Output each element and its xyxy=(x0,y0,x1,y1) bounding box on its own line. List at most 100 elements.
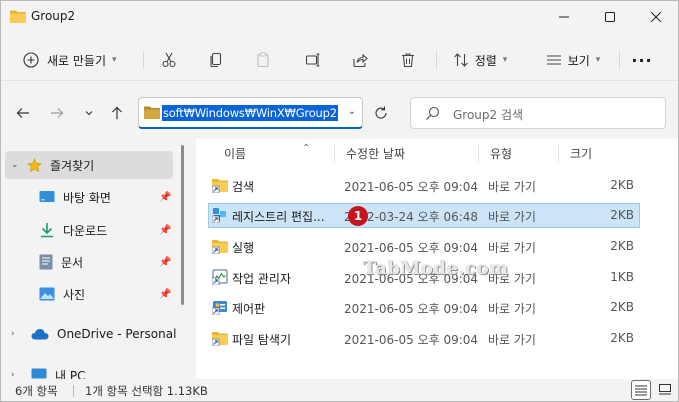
chevron-down-icon[interactable]: ⌄ xyxy=(11,160,21,170)
step-badge: 1 xyxy=(348,206,368,226)
maximize-button[interactable] xyxy=(587,1,633,33)
search-icon xyxy=(425,106,440,124)
up-button[interactable] xyxy=(105,101,129,125)
column-header-name[interactable]: 이름 ⌃ xyxy=(224,143,310,162)
trash-icon xyxy=(402,53,414,68)
table-row-selected[interactable]: 레지스트리 편집... 2022-03-24 오후 06:48 바로 가기 2K… xyxy=(208,203,640,228)
chevron-down-icon[interactable]: ⌄ xyxy=(348,106,356,117)
command-bar: 새로 만들기 ▾ 정렬 ▾ 보기 ▾ ··· xyxy=(1,39,678,81)
sidebar-item-onedrive[interactable]: › OneDrive - Personal xyxy=(11,320,179,348)
file-size: 2KB xyxy=(610,208,634,222)
chevron-down-icon: ▾ xyxy=(595,55,601,65)
sidebar-item-pictures[interactable]: 사진 📌 xyxy=(39,280,179,308)
chevron-right-icon[interactable]: › xyxy=(11,329,21,339)
sort-button[interactable]: 정렬 ▾ xyxy=(445,44,515,76)
view-button-label: 보기 xyxy=(567,53,590,68)
registry-editor-icon xyxy=(212,208,226,223)
sidebar-item-label: 바탕 화면 xyxy=(63,190,111,205)
sidebar-item-quick-access[interactable]: ⌄ 즐겨찾기 xyxy=(5,151,173,179)
back-button[interactable] xyxy=(11,101,35,125)
file-size: 2KB xyxy=(610,300,634,314)
sidebar-item-desktop[interactable]: 바탕 화면 📌 xyxy=(39,183,179,211)
sidebar-item-downloads[interactable]: 다운로드 📌 xyxy=(39,216,179,244)
folder-shortcut-icon xyxy=(212,240,228,254)
sidebar-item-documents[interactable]: 문서 📌 xyxy=(39,248,179,276)
column-divider[interactable] xyxy=(334,145,335,163)
details-view-button[interactable] xyxy=(631,380,651,400)
address-path[interactable]: soft₩Windows₩WinX₩Group2 xyxy=(162,104,338,121)
copy-icon xyxy=(210,52,222,68)
column-divider[interactable] xyxy=(478,145,479,163)
paste-button[interactable] xyxy=(247,44,279,76)
sort-button-label: 정렬 xyxy=(474,53,497,68)
pin-icon[interactable]: 📌 xyxy=(159,192,171,203)
picture-icon xyxy=(39,287,55,301)
refresh-button[interactable] xyxy=(369,101,393,125)
folder-shortcut-icon xyxy=(212,179,228,193)
minimize-button[interactable] xyxy=(541,1,587,33)
file-date: 2021-06-05 오후 09:04 xyxy=(344,180,479,194)
share-button[interactable] xyxy=(344,44,376,76)
more-options-button[interactable]: ··· xyxy=(625,44,659,76)
file-size: 2KB xyxy=(610,239,634,253)
sidebar-item-label: 문서 xyxy=(61,255,84,270)
file-type: 바로 가기 xyxy=(488,333,536,347)
pin-icon[interactable]: 📌 xyxy=(159,289,171,300)
toolbar-divider xyxy=(619,51,620,69)
forward-button[interactable] xyxy=(45,101,69,125)
share-icon xyxy=(353,53,368,68)
address-row: soft₩Windows₩WinX₩Group2 ⌄ Group2 검색 xyxy=(1,91,678,135)
sidebar-item-label: OneDrive - Personal xyxy=(57,327,177,341)
close-icon xyxy=(651,12,661,22)
file-date: 2021-06-05 오후 09:04 xyxy=(344,333,479,347)
sort-icon xyxy=(453,53,468,67)
delete-button[interactable] xyxy=(392,44,424,76)
column-header-type[interactable]: 유형 xyxy=(490,145,512,162)
document-icon xyxy=(39,254,53,270)
file-size: 2KB xyxy=(610,331,634,345)
close-button[interactable] xyxy=(633,1,679,33)
toolbar-divider xyxy=(143,51,144,69)
star-icon xyxy=(27,157,42,172)
rename-button[interactable] xyxy=(297,44,329,76)
file-name: 검색 xyxy=(232,180,255,194)
file-name: 제어판 xyxy=(232,302,266,316)
table-row[interactable]: 파일 탐색기 2021-06-05 오후 09:04 바로 가기 2KB xyxy=(208,326,640,351)
navigation-pane: ⌄ 즐겨찾기 바탕 화면 📌 다운로드 📌 문서 📌 사진 📌 › OneDri… xyxy=(1,145,185,383)
view-button[interactable]: 보기 ▾ xyxy=(533,44,613,76)
pin-icon[interactable]: 📌 xyxy=(159,257,171,268)
title-bar: Group2 xyxy=(1,1,678,33)
arrow-left-icon xyxy=(16,108,29,118)
copy-button[interactable] xyxy=(200,44,232,76)
scissors-icon xyxy=(162,52,176,68)
maximize-icon xyxy=(605,12,615,22)
recent-locations-button[interactable] xyxy=(77,101,101,125)
file-name: 작업 관리자 xyxy=(232,272,292,286)
search-placeholder: Group2 검색 xyxy=(453,108,524,122)
arrow-right-icon xyxy=(51,108,64,118)
pin-icon[interactable]: 📌 xyxy=(159,225,171,236)
paste-icon xyxy=(257,52,269,68)
sidebar-item-label: 사진 xyxy=(63,287,86,302)
table-row[interactable]: 제어판 2021-06-05 오후 09:04 바로 가기 2KB xyxy=(208,295,640,320)
navigation-scrollbar[interactable] xyxy=(181,145,184,305)
toolbar-divider xyxy=(436,51,437,69)
column-divider[interactable] xyxy=(558,145,559,163)
tiles-view-button[interactable] xyxy=(655,380,675,400)
chevron-down-icon: ▾ xyxy=(112,55,117,65)
new-button[interactable]: 새로 만들기 ▾ xyxy=(15,44,130,76)
search-box[interactable]: Group2 검색 xyxy=(410,97,666,129)
column-header-size[interactable]: 크기 xyxy=(570,145,592,162)
cut-button[interactable] xyxy=(153,44,185,76)
column-header-date[interactable]: 수정한 날짜 xyxy=(346,145,405,162)
download-icon xyxy=(41,223,53,238)
control-panel-icon xyxy=(212,301,227,315)
file-type: 바로 가기 xyxy=(488,241,536,255)
table-row[interactable]: 실행 2021-06-05 오후 09:04 바로 가기 2KB xyxy=(208,234,640,259)
address-bar[interactable]: soft₩Windows₩WinX₩Group2 ⌄ xyxy=(138,97,363,129)
desktop-icon xyxy=(39,191,55,202)
plus-circle-icon xyxy=(23,52,39,68)
sort-ascending-icon: ⌃ xyxy=(302,143,311,154)
file-name: 실행 xyxy=(232,241,255,255)
table-row[interactable]: 검색 2021-06-05 오후 09:04 바로 가기 2KB xyxy=(208,173,640,198)
